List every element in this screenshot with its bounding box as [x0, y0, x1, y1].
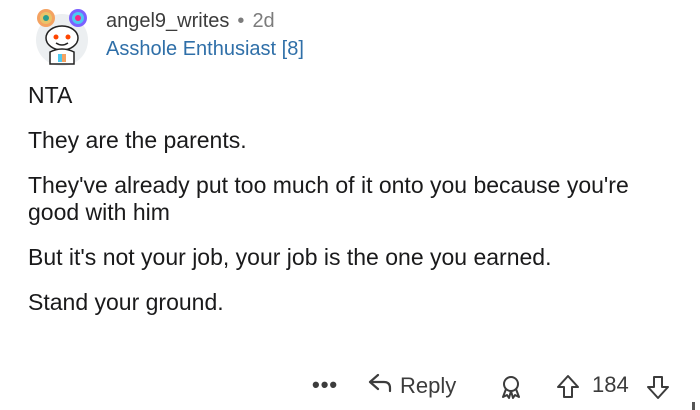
comment-meta: angel9_writes • 2d Asshole Enthusiast [8… [106, 8, 304, 62]
reply-button[interactable]: Reply [368, 372, 456, 400]
more-options-button[interactable]: ••• [312, 372, 338, 398]
username-link[interactable]: angel9_writes [106, 8, 229, 34]
separator-dot: • [237, 10, 245, 32]
snoo-avatar-icon[interactable] [28, 6, 96, 68]
comment-paragraph: They are the parents. [28, 127, 247, 153]
timestamp: 2d [252, 10, 275, 32]
comment-paragraph: Stand your ground. [28, 289, 224, 315]
comment-paragraph: NTA [28, 82, 73, 108]
award-icon[interactable] [498, 374, 524, 405]
meta-line: angel9_writes • 2d [106, 8, 304, 34]
comment-paragraph: They've already put too much of it onto … [28, 172, 629, 225]
reply-arrow-icon [368, 372, 392, 400]
comment: angel9_writes • 2d Asshole Enthusiast [8… [0, 0, 700, 410]
comment-header: angel9_writes • 2d Asshole Enthusiast [8… [28, 6, 304, 68]
comment-actions: ••• Reply 184 [0, 370, 700, 406]
scroll-indicator [692, 402, 695, 410]
upvote-arrow-icon[interactable] [556, 374, 580, 405]
vote-score: 184 [592, 372, 629, 397]
downvote-arrow-icon[interactable] [646, 374, 670, 405]
comment-body: NTA They are the parents. They've alread… [28, 82, 678, 334]
comment-paragraph: But it's not your job, your job is the o… [28, 244, 552, 270]
user-flair: Asshole Enthusiast [8] [106, 38, 304, 60]
reply-label: Reply [400, 373, 457, 398]
